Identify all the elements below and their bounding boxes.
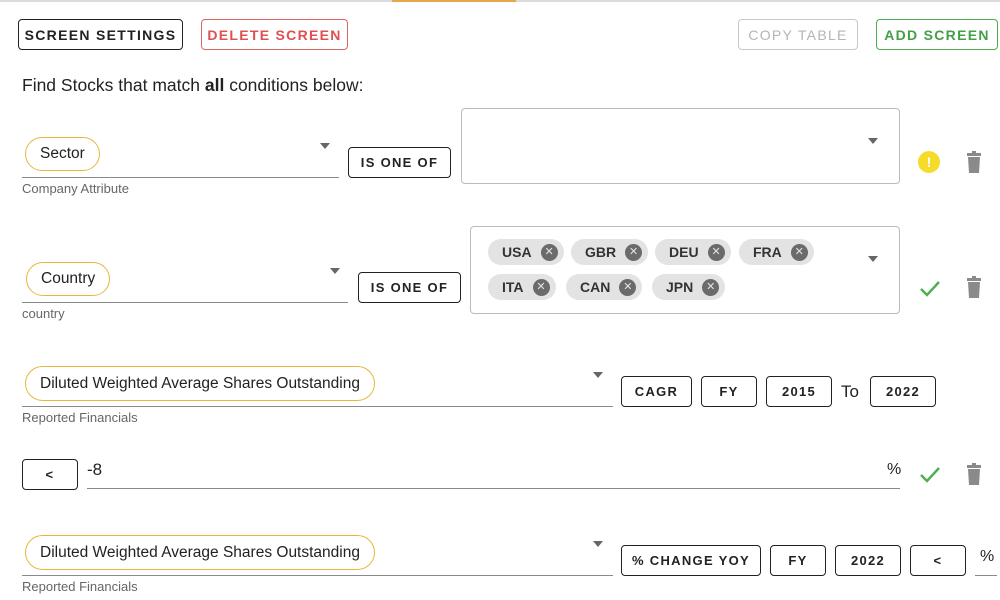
- delete-screen-button[interactable]: DELETE SCREEN: [201, 19, 348, 50]
- value-chip: CAN ✕: [566, 274, 643, 300]
- to-label: To: [841, 382, 859, 401]
- field-selector-shares[interactable]: Diluted Weighted Average Shares Outstand…: [25, 366, 375, 401]
- check-icon: [920, 467, 940, 483]
- field-category-label: Reported Financials: [22, 579, 138, 594]
- period-button[interactable]: FY: [770, 545, 826, 576]
- value-chip: JPN ✕: [652, 274, 726, 300]
- value-chip: ITA ✕: [488, 274, 556, 300]
- field-category-label: country: [22, 306, 65, 321]
- caret-down-icon[interactable]: [593, 541, 603, 547]
- value-underline: [87, 488, 900, 489]
- value-input[interactable]: -8: [87, 460, 102, 480]
- trash-icon[interactable]: [964, 463, 984, 485]
- field-selector-sector[interactable]: Sector: [25, 137, 100, 171]
- value-chip: FRA ✕: [739, 239, 814, 265]
- close-circle-icon[interactable]: ✕: [619, 278, 637, 296]
- field-underline: [22, 575, 613, 576]
- caret-down-icon[interactable]: [593, 372, 603, 378]
- operator-button[interactable]: IS ONE OF: [348, 147, 451, 178]
- copy-table-button[interactable]: COPY TABLE: [738, 19, 858, 50]
- screen-settings-button[interactable]: SCREEN SETTINGS: [18, 19, 183, 50]
- field-category-label: Company Attribute: [22, 181, 129, 196]
- caret-down-icon[interactable]: [330, 268, 340, 274]
- close-circle-icon[interactable]: ✕: [625, 243, 643, 261]
- value-underline: [975, 575, 997, 576]
- year-button[interactable]: 2022: [835, 545, 901, 576]
- close-circle-icon[interactable]: ✕: [707, 243, 725, 261]
- close-circle-icon[interactable]: ✕: [790, 243, 808, 261]
- comparator-button[interactable]: <: [22, 459, 78, 490]
- close-circle-icon[interactable]: ✕: [540, 243, 558, 261]
- caret-down-icon[interactable]: [868, 256, 878, 262]
- field-category-label: Reported Financials: [22, 410, 138, 425]
- check-icon: [920, 281, 940, 297]
- value-chip: GBR ✕: [571, 239, 649, 265]
- values-select[interactable]: [461, 108, 900, 184]
- close-circle-icon[interactable]: ✕: [532, 278, 550, 296]
- field-underline: [22, 302, 348, 303]
- close-circle-icon[interactable]: ✕: [702, 278, 720, 296]
- calc-type-button[interactable]: % CHANGE YOY: [621, 545, 761, 576]
- screen-headline: Find Stocks that match all conditions be…: [22, 75, 364, 95]
- trash-icon[interactable]: [964, 151, 984, 173]
- add-screen-button[interactable]: ADD SCREEN: [876, 19, 998, 50]
- trash-icon[interactable]: [964, 276, 984, 298]
- unit-label: %: [980, 548, 995, 565]
- from-year-button[interactable]: 2015: [766, 376, 832, 407]
- warning-circle-icon: !: [918, 151, 940, 173]
- unit-label: %: [887, 461, 902, 478]
- field-selector-country[interactable]: Country: [26, 262, 111, 296]
- value-chip: DEU ✕: [655, 239, 731, 265]
- period-button[interactable]: FY: [701, 376, 757, 407]
- to-year-button[interactable]: 2022: [870, 376, 936, 407]
- field-selector-shares[interactable]: Diluted Weighted Average Shares Outstand…: [25, 535, 375, 570]
- caret-down-icon[interactable]: [320, 143, 330, 149]
- active-tab-indicator: [392, 0, 516, 2]
- field-underline: [22, 406, 613, 407]
- field-underline: [22, 177, 339, 178]
- calc-type-button[interactable]: CAGR: [621, 376, 692, 407]
- caret-down-icon[interactable]: [868, 138, 878, 144]
- operator-button[interactable]: IS ONE OF: [358, 272, 461, 303]
- value-chip: USA ✕: [488, 239, 564, 265]
- comparator-button[interactable]: <: [910, 545, 966, 576]
